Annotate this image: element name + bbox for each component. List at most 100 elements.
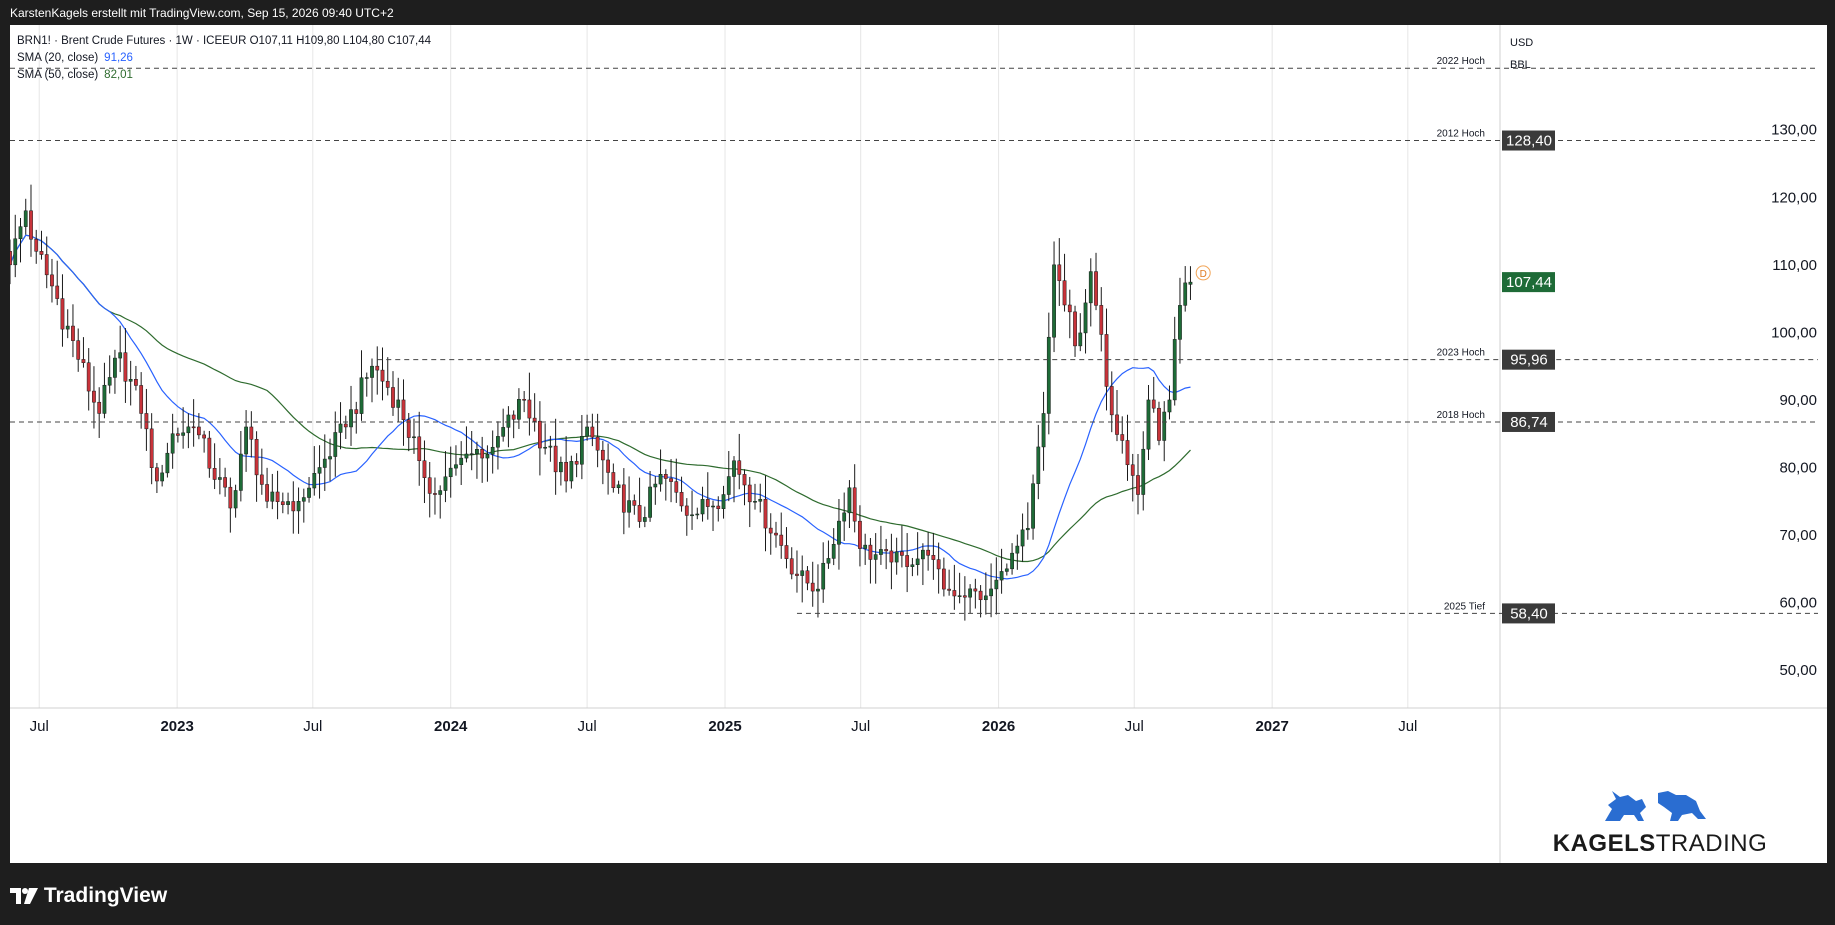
candle-body (223, 477, 227, 488)
last-price-text: 107,44 (1506, 274, 1552, 291)
candle-body (60, 298, 65, 330)
candle (763, 475, 768, 552)
candle (941, 557, 946, 597)
candle (134, 365, 138, 391)
bear-icon (1658, 791, 1706, 821)
candle-body (532, 417, 537, 422)
time-tick-label: Jul (303, 718, 322, 735)
candle (506, 406, 511, 448)
candle-body (611, 472, 616, 489)
candle-body (359, 377, 364, 414)
candle (212, 443, 217, 490)
candle-body (559, 461, 563, 473)
candle-body (459, 457, 464, 465)
sma50-value: 82,01 (104, 69, 133, 81)
candle-body (107, 377, 112, 386)
candle (569, 455, 574, 489)
candle-body (968, 588, 972, 598)
candle-body (1178, 305, 1182, 340)
candle (475, 441, 479, 479)
candle (1057, 238, 1062, 306)
candle-body (1188, 281, 1193, 285)
candle-body (469, 453, 474, 455)
candle-body (1052, 264, 1056, 338)
bull-icon (1605, 791, 1646, 821)
time-tick-label: 2023 (160, 718, 193, 735)
candle-body (228, 486, 233, 509)
level-tag-text: 58,40 (1510, 605, 1548, 622)
sma20-legend[interactable]: SMA (20, close) 91,26 (17, 50, 431, 67)
candle (1094, 252, 1098, 311)
price-chart[interactable]: 50,00 60,00 70,00 80,00 90,00 100,00 110,00 120… (10, 25, 1827, 863)
candle (191, 399, 196, 447)
time-tick-label: Jul (1398, 718, 1417, 735)
candle (711, 500, 715, 531)
candle (286, 492, 290, 515)
candle-body (889, 550, 894, 563)
candle (511, 410, 516, 439)
candle-body (312, 473, 317, 489)
chart-legend: BRN1! · Brent Crude Futures · 1W · ICEEU… (17, 33, 431, 84)
candle-body (936, 559, 941, 570)
candle-body (779, 534, 784, 546)
candle-body (496, 436, 500, 448)
candle-body (1120, 434, 1125, 441)
candle-body (1167, 399, 1172, 413)
candle (648, 470, 652, 522)
candle (821, 542, 826, 603)
candle-body (711, 505, 715, 508)
candle-body (1162, 411, 1167, 441)
candle (50, 258, 54, 303)
candle (700, 486, 705, 522)
candle-body (18, 226, 23, 240)
price-tick-label: 80,00 (1779, 459, 1817, 476)
chart-area[interactable]: 50,00 60,00 70,00 80,00 90,00 100,00 110,00 120… (10, 25, 1827, 863)
candle-body (170, 433, 175, 454)
candle (160, 464, 165, 487)
candle (852, 464, 857, 533)
candle (931, 532, 936, 580)
time-tick-label: 2024 (434, 718, 468, 735)
candle-body (784, 545, 789, 559)
candle-body (207, 437, 212, 469)
candle (758, 483, 763, 513)
sma50-legend[interactable]: SMA (50, close) 82,01 (17, 67, 431, 84)
candle-body (396, 399, 401, 408)
candle-body (737, 460, 742, 475)
candle-body (401, 399, 406, 420)
candle-body (679, 492, 684, 507)
candle-body (1046, 336, 1051, 414)
candle (674, 458, 679, 503)
candle-body (763, 498, 768, 529)
candle (86, 348, 91, 411)
candle-body (962, 595, 967, 598)
candle-body (585, 426, 589, 437)
candle-body (1073, 311, 1077, 347)
candle-body (574, 461, 579, 465)
candle (181, 407, 186, 449)
tradingview-footer[interactable]: TradingView (10, 884, 167, 908)
candle-body (684, 505, 689, 516)
candle (1052, 241, 1056, 353)
candle (774, 521, 778, 548)
candle (443, 451, 448, 503)
price-tick-label: 90,00 (1779, 392, 1817, 409)
unit-label: BBL (1510, 59, 1531, 71)
candle (118, 325, 123, 373)
candle (658, 449, 663, 492)
candle (968, 584, 972, 614)
candle-body (71, 325, 75, 341)
candle (921, 543, 925, 586)
candle (1172, 316, 1177, 406)
level-name: 2025 Tief (1444, 601, 1485, 612)
brand-text: KAGELSTRADING (1552, 830, 1768, 857)
candle (454, 445, 458, 476)
candle-body (1015, 545, 1020, 554)
candle (1067, 289, 1072, 339)
candle (1015, 534, 1020, 570)
candle (600, 440, 605, 485)
price-tick-label: 60,00 (1779, 595, 1817, 612)
candle (380, 347, 385, 401)
candle-body (149, 428, 154, 468)
symbol-legend[interactable]: BRN1! · Brent Crude Futures · 1W · ICEEU… (17, 33, 431, 50)
